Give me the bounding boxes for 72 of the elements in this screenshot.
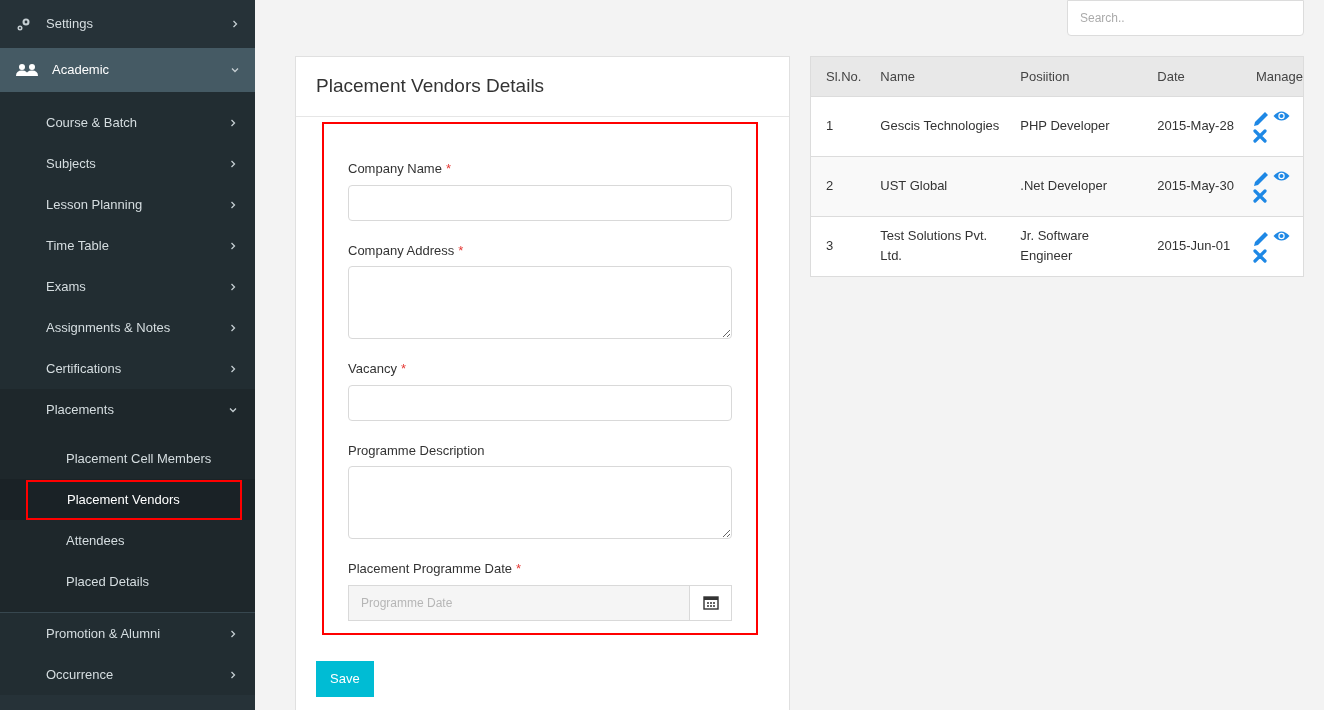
nav-subitem[interactable]: Placed Details bbox=[0, 571, 150, 592]
table-cell: .Net Developer bbox=[1005, 156, 1143, 216]
calendar-icon bbox=[702, 595, 719, 610]
nav-subitem[interactable]: Attendees bbox=[0, 530, 125, 551]
pencil-icon[interactable] bbox=[1253, 169, 1270, 187]
chevron-icon bbox=[229, 364, 237, 373]
nav-item[interactable]: Course & Batch bbox=[0, 102, 255, 143]
nav-item[interactable]: Certifications bbox=[0, 348, 255, 389]
nav-item[interactable]: Lesson Planning bbox=[0, 184, 255, 225]
chevron-icon bbox=[229, 670, 237, 679]
chevron-icon bbox=[229, 200, 237, 209]
required-mark: * bbox=[400, 360, 406, 378]
table-cell: 2 bbox=[811, 156, 866, 216]
table-cell: Gescis Technologies bbox=[865, 96, 1006, 156]
column-header: Posiition bbox=[1005, 57, 1143, 96]
table-cell: 2015-May-30 bbox=[1142, 156, 1241, 216]
column-header: Name bbox=[865, 57, 1006, 96]
table-cell: Test Solutions Pvt. Ltd. bbox=[865, 216, 1006, 276]
calendar-button[interactable] bbox=[690, 584, 732, 621]
column-header: Date bbox=[1142, 57, 1241, 96]
column-header: Manage bbox=[1241, 57, 1303, 96]
nav-item[interactable]: Subjects bbox=[0, 143, 255, 184]
table-cell: 2015-Jun-01 bbox=[1142, 216, 1241, 276]
search-field[interactable]: Search.. bbox=[1067, 0, 1304, 36]
field-label: Vacancy bbox=[348, 360, 397, 378]
nav-item[interactable]: Academic bbox=[0, 48, 255, 92]
chevron-icon bbox=[229, 118, 237, 127]
eye-icon[interactable] bbox=[1273, 169, 1290, 182]
nav-item[interactable]: Time Table bbox=[0, 225, 255, 266]
chevron-icon bbox=[231, 20, 239, 28]
input-field[interactable] bbox=[348, 184, 732, 221]
input-field[interactable] bbox=[348, 384, 732, 421]
chevron-icon bbox=[229, 282, 237, 291]
table-cell: 1 bbox=[811, 96, 866, 156]
chevron-icon bbox=[229, 405, 237, 414]
field-label: Programme Description bbox=[348, 441, 485, 460]
nav-item[interactable]: Assignments & Notes bbox=[0, 307, 255, 348]
table-cell: Jr. Software Engineer bbox=[1005, 216, 1143, 276]
date-field[interactable]: Programme Date bbox=[348, 584, 690, 621]
chevron-icon bbox=[229, 629, 237, 638]
nav-item[interactable]: Exams bbox=[0, 266, 255, 307]
required-mark: * bbox=[516, 560, 522, 578]
nav-item[interactable]: Promotion & Alumni bbox=[0, 613, 255, 654]
chevron-icon bbox=[229, 241, 237, 250]
delete-icon[interactable] bbox=[1253, 248, 1267, 263]
gears-icon bbox=[16, 16, 32, 32]
pencil-icon[interactable] bbox=[1253, 109, 1270, 127]
delete-icon[interactable] bbox=[1253, 128, 1267, 143]
eye-icon[interactable] bbox=[1273, 109, 1290, 122]
chevron-icon bbox=[229, 323, 237, 332]
column-header: Sl.No. bbox=[811, 57, 866, 96]
required-mark: * bbox=[445, 160, 451, 178]
table-cell: UST Global bbox=[865, 156, 1006, 216]
required-mark: * bbox=[458, 241, 464, 260]
table-cell: PHP Developer bbox=[1005, 96, 1143, 156]
card-title: Placement Vendors Details bbox=[296, 57, 789, 117]
table-cell: 2015-May-28 bbox=[1142, 96, 1241, 156]
nav-subitem[interactable]: Placement Cell Members bbox=[0, 448, 212, 469]
chevron-icon bbox=[231, 66, 239, 74]
table-cell: 3 bbox=[811, 216, 866, 276]
field-label: Company Name bbox=[348, 160, 442, 178]
eye-icon[interactable] bbox=[1273, 229, 1290, 242]
nav-item[interactable]: Placements bbox=[0, 389, 255, 430]
delete-icon[interactable] bbox=[1253, 188, 1267, 203]
nav-item[interactable]: Settings bbox=[0, 0, 255, 48]
chevron-icon bbox=[229, 159, 237, 168]
field-label: Company Address bbox=[348, 241, 455, 260]
nav-subitem[interactable]: Placement Vendors bbox=[26, 479, 242, 520]
nav-item[interactable]: Occurrence bbox=[0, 654, 255, 695]
field-label: Placement Programme Date bbox=[348, 560, 512, 578]
pencil-icon[interactable] bbox=[1253, 229, 1270, 247]
users-icon bbox=[16, 63, 38, 77]
